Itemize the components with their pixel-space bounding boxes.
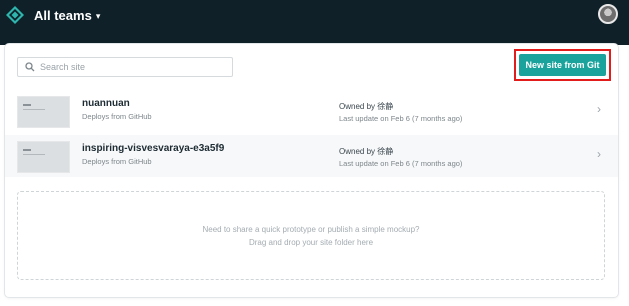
site-row[interactable]: inspiring-visvesvaraya-e3a5f9 Deploys fr…: [5, 135, 618, 177]
team-switcher-label: All teams: [34, 8, 92, 23]
site-row[interactable]: nuannuan Deploys from GitHub Owned by 徐静…: [5, 90, 618, 132]
site-thumbnail: [17, 96, 70, 128]
site-name[interactable]: nuannuan: [82, 98, 130, 109]
search-input[interactable]: [40, 62, 232, 72]
site-deploy-source: Deploys from GitHub: [82, 157, 152, 166]
chevron-right-icon[interactable]: ›: [597, 147, 601, 161]
site-folder-dropzone[interactable]: Need to share a quick prototype or publi…: [17, 191, 605, 280]
site-owner: Owned by 徐静: [339, 102, 394, 111]
site-owner: Owned by 徐静: [339, 147, 394, 156]
site-thumbnail: [17, 141, 70, 173]
site-deploy-source: Deploys from GitHub: [82, 112, 152, 121]
new-site-from-git-button[interactable]: New site from Git: [519, 54, 606, 76]
top-navigation-bar: All teams ▾: [0, 0, 629, 45]
dropzone-instruction: Drag and drop your site folder here: [248, 238, 374, 247]
team-switcher[interactable]: All teams ▾: [34, 8, 100, 23]
site-name[interactable]: inspiring-visvesvaraya-e3a5f9: [82, 143, 224, 154]
chevron-down-icon: ▾: [95, 10, 101, 21]
search-icon: [25, 62, 35, 72]
chevron-right-icon[interactable]: ›: [597, 102, 601, 116]
search-box[interactable]: [17, 57, 233, 77]
site-last-update: Last update on Feb 6 (7 months ago): [339, 159, 463, 168]
netlify-logo-icon[interactable]: [5, 5, 25, 25]
avatar[interactable]: [598, 4, 618, 24]
sites-panel: New site from Git nuannuan Deploys from …: [5, 44, 618, 297]
dropzone-prompt: Need to share a quick prototype or publi…: [202, 225, 420, 234]
site-last-update: Last update on Feb 6 (7 months ago): [339, 114, 463, 123]
